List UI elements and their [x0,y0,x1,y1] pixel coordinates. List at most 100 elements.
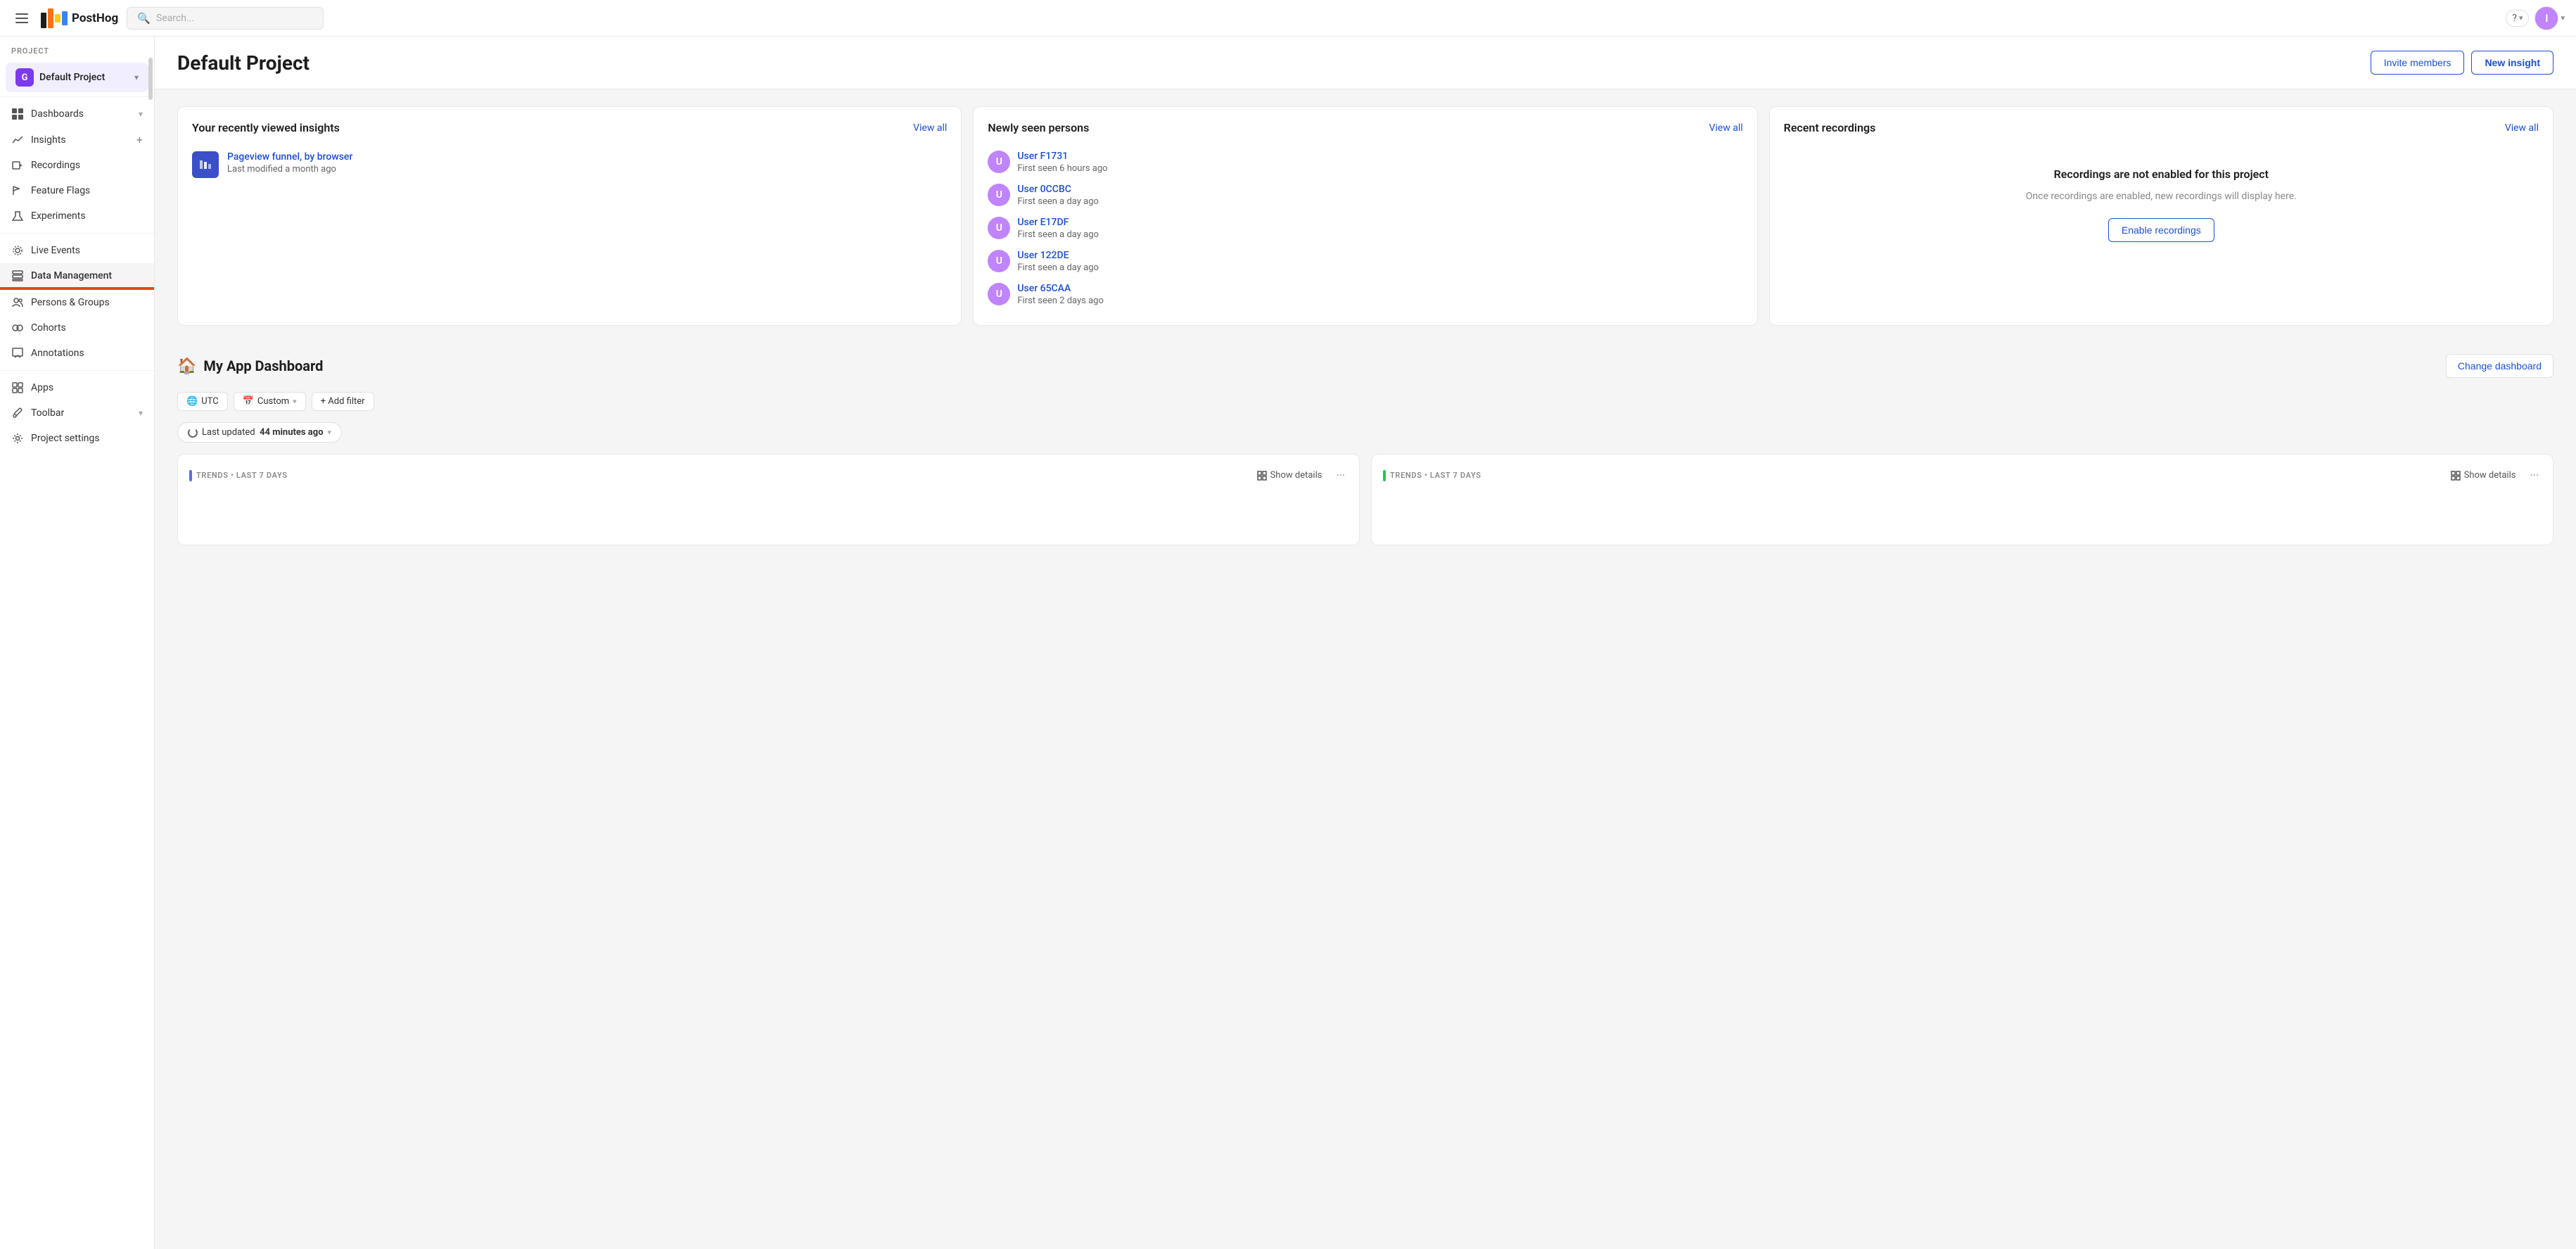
search-bar[interactable]: 🔍 Search... [127,7,324,30]
divider2 [0,233,154,234]
show-details-1-button[interactable]: Show details [2445,467,2522,483]
sidebar-item-insights[interactable]: Insights + [0,127,154,153]
recordings-empty-title: Recordings are not enabled for this proj… [1798,167,2525,182]
logo[interactable]: PostHog [41,8,118,28]
calendar-icon: 📅 [243,396,254,407]
person-meta-2: First seen a day ago [1017,229,1099,240]
newly-seen-view-all[interactable]: View all [1709,122,1742,134]
show-details-0-button[interactable]: Show details [1251,467,1328,483]
recently-viewed-card: Your recently viewed insights View all P… [177,106,962,326]
main-content: Default Project Invite members New insig… [155,37,2576,1249]
sidebar-feature-flags-label: Feature Flags [31,185,143,196]
filters-bar: 🌐 UTC 📅 Custom ▾ + Add filter [177,392,2553,411]
recordings-empty-desc: Once recordings are enabled, new recordi… [1798,189,2525,204]
user-chevron-icon: ▾ [2561,13,2565,23]
live-events-icon [11,244,24,257]
person-name-2[interactable]: User E17DF [1017,217,1099,228]
toolbar-chevron-icon: ▾ [139,408,143,418]
add-filter-chip[interactable]: + Add filter [312,392,374,411]
trend-bar-0-indicator [189,470,192,481]
trend-card-1-actions: Show details ··· [2445,466,2542,485]
help-icon: ? [2512,13,2517,24]
more-options-1-button[interactable]: ··· [2527,466,2542,485]
person-item-1: U User 0CCBC First seen a day ago [988,179,1742,212]
person-details-2: User E17DF First seen a day ago [1017,217,1099,240]
sidebar-live-events-label: Live Events [31,245,143,256]
hamburger-menu[interactable] [11,9,32,27]
sidebar-item-persons-groups[interactable]: Persons & Groups [0,290,154,315]
trend-label-1-text: TRENDS • LAST 7 DAYS [1390,471,1481,480]
sidebar-item-experiments[interactable]: Experiments [0,203,154,229]
insight-icon [192,151,219,178]
new-insight-button[interactable]: New insight [2471,51,2553,75]
person-item-4: U User 65CAA First seen 2 days ago [988,278,1742,311]
help-button[interactable]: ? ▾ [2506,10,2529,27]
recordings-icon [11,159,24,172]
globe-icon: 🌐 [186,396,198,407]
person-meta-4: First seen 2 days ago [1017,296,1104,306]
dashboard-title-text: My App Dashboard [203,357,323,374]
sidebar-data-management-label: Data Management [31,270,143,281]
custom-label: Custom [257,396,289,407]
search-icon: 🔍 [137,12,151,25]
sidebar-item-data-management[interactable]: Data Management [0,263,154,290]
sidebar-item-project-settings[interactable]: Project settings [0,426,154,451]
invite-members-button[interactable]: Invite members [2371,51,2465,75]
custom-date-filter[interactable]: 📅 Custom ▾ [234,392,306,411]
person-details-0: User F1731 First seen 6 hours ago [1017,151,1107,174]
recently-viewed-header: Your recently viewed insights View all [192,121,947,134]
newly-seen-title: Newly seen persons [988,121,1089,134]
sidebar-item-recordings[interactable]: Recordings [0,153,154,178]
sidebar-section-label: PROJECT [0,37,154,60]
person-avatar-3: U [988,250,1010,272]
body-layout: PROJECT G Default Project ▾ Dashboards ▾ [0,37,2576,1249]
annotations-icon [11,347,24,360]
person-item-3: U User 122DE First seen a day ago [988,245,1742,278]
sidebar-insights-label: Insights [31,134,129,146]
custom-chevron-icon: ▾ [293,397,297,406]
person-name-0[interactable]: User F1731 [1017,151,1107,162]
insights-icon [11,134,24,146]
trend-cards: TRENDS • LAST 7 DAYS Show details ··· [177,454,2553,545]
user-menu[interactable]: I ▾ [2534,6,2565,30]
sidebar-item-apps[interactable]: Apps [0,375,154,400]
data-management-icon [11,270,24,282]
insight-name[interactable]: Pageview funnel, by browser [227,151,352,163]
add-insight-icon[interactable]: + [136,133,143,146]
trend-bar-1-indicator [1383,470,1386,481]
person-name-3[interactable]: User 122DE [1017,250,1099,261]
recent-recordings-header: Recent recordings View all [1784,121,2539,134]
show-details-0-icon [1257,471,1267,481]
sidebar-item-toolbar[interactable]: Toolbar ▾ [0,400,154,426]
enable-recordings-button[interactable]: Enable recordings [2108,218,2214,242]
person-avatar-2: U [988,217,1010,239]
trend-card-0-actions: Show details ··· [1251,466,1348,485]
show-details-1-icon [2451,471,2461,481]
sidebar-item-cohorts[interactable]: Cohorts [0,315,154,341]
last-updated-pill[interactable]: Last updated 44 minutes ago ▾ [177,422,342,443]
newly-seen-card: Newly seen persons View all U User F1731… [973,106,1757,326]
trend-card-1-label: TRENDS • LAST 7 DAYS [1383,470,1481,481]
sidebar-cohorts-label: Cohorts [31,322,143,334]
sidebar-item-dashboards[interactable]: Dashboards ▾ [0,101,154,127]
project-settings-icon [11,432,24,445]
trend-card-0-header: TRENDS • LAST 7 DAYS Show details ··· [189,466,1348,485]
funnel-chart-icon [198,158,212,172]
person-meta-3: First seen a day ago [1017,262,1099,273]
sidebar-item-feature-flags[interactable]: Feature Flags [0,178,154,203]
person-meta-0: First seen 6 hours ago [1017,163,1107,174]
project-selector[interactable]: G Default Project ▾ [6,63,148,92]
person-details-1: User 0CCBC First seen a day ago [1017,184,1099,207]
person-name-4[interactable]: User 65CAA [1017,283,1104,294]
person-avatar-4: U [988,283,1010,305]
sidebar-item-live-events[interactable]: Live Events [0,238,154,263]
change-dashboard-button[interactable]: Change dashboard [2446,354,2553,378]
more-options-0-button[interactable]: ··· [1333,466,1348,485]
recent-recordings-view-all[interactable]: View all [2505,122,2539,134]
project-chevron-icon: ▾ [134,72,139,82]
sidebar-item-annotations[interactable]: Annotations [0,341,154,366]
utc-filter[interactable]: 🌐 UTC [177,392,228,411]
recently-viewed-view-all[interactable]: View all [913,122,947,134]
cards-section: Your recently viewed insights View all P… [155,89,2576,343]
person-name-1[interactable]: User 0CCBC [1017,184,1099,195]
